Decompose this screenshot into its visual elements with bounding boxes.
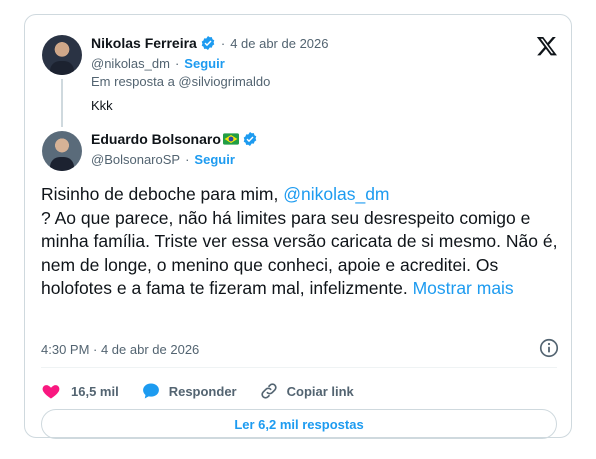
parent-tweet-text: Kkk bbox=[91, 98, 113, 113]
link-icon bbox=[260, 383, 277, 399]
main-tweet-header: Eduardo Bolsonaro bbox=[91, 131, 258, 147]
reply-label: Responder bbox=[168, 383, 237, 399]
parent-author-name[interactable]: Nikolas Ferreira bbox=[91, 35, 197, 51]
separator-dot: · bbox=[220, 35, 226, 51]
copy-link-button[interactable]: Copiar link bbox=[259, 381, 354, 401]
brazil-flag-icon bbox=[222, 133, 239, 145]
like-button[interactable]: 16,5 mil bbox=[41, 381, 119, 401]
heart-icon bbox=[42, 385, 60, 399]
tweet-timestamp[interactable]: 4:30 PM · 4 de abr de 2026 bbox=[41, 342, 199, 357]
parent-handle-row: @nikolas_dm · Seguir bbox=[91, 56, 225, 71]
x-logo-icon[interactable] bbox=[536, 35, 558, 57]
parent-tweet-date[interactable]: 4 de abr de 2026 bbox=[230, 36, 328, 51]
copy-link-label: Copiar link bbox=[286, 383, 354, 399]
reply-context: Em resposta a @silviogrimaldo bbox=[91, 74, 271, 89]
divider bbox=[41, 367, 557, 368]
follow-button-eduardo[interactable]: Seguir bbox=[194, 152, 234, 167]
info-icon[interactable] bbox=[538, 337, 560, 359]
verified-badge-icon bbox=[243, 132, 257, 146]
avatar-nikolas[interactable] bbox=[42, 35, 82, 75]
main-tweet-text: Risinho de deboche para mim, @nikolas_dm… bbox=[41, 183, 561, 301]
reply-button[interactable]: Responder bbox=[141, 381, 237, 401]
follow-button-nikolas[interactable]: Seguir bbox=[184, 56, 224, 71]
avatar-eduardo[interactable] bbox=[42, 131, 82, 171]
speech-bubble-icon bbox=[142, 383, 159, 399]
separator-dot: · bbox=[174, 56, 180, 71]
like-count: 16,5 mil bbox=[71, 383, 119, 399]
main-author-name[interactable]: Eduardo Bolsonaro bbox=[91, 131, 221, 147]
tweet-text-part: Risinho de deboche para mim, bbox=[41, 184, 284, 204]
main-author-handle[interactable]: @BolsonaroSP bbox=[91, 152, 180, 167]
show-more-link[interactable]: Mostrar mais bbox=[413, 278, 514, 298]
thread-connector-line bbox=[61, 79, 63, 127]
parent-author-handle[interactable]: @nikolas_dm bbox=[91, 56, 170, 71]
action-bar: 16,5 mil Responder Copiar link bbox=[41, 379, 376, 403]
parent-tweet-header: Nikolas Ferreira · 4 de abr de 2026 bbox=[91, 35, 329, 51]
mention-link[interactable]: @nikolas_dm bbox=[283, 184, 389, 204]
read-replies-button[interactable]: Ler 6,2 mil respostas bbox=[41, 409, 557, 439]
tweet-embed-card: Nikolas Ferreira · 4 de abr de 2026 @nik… bbox=[24, 14, 572, 439]
verified-badge-icon bbox=[201, 36, 215, 50]
separator-dot: · bbox=[185, 152, 190, 167]
main-handle-row: @BolsonaroSP · Seguir bbox=[91, 152, 235, 167]
